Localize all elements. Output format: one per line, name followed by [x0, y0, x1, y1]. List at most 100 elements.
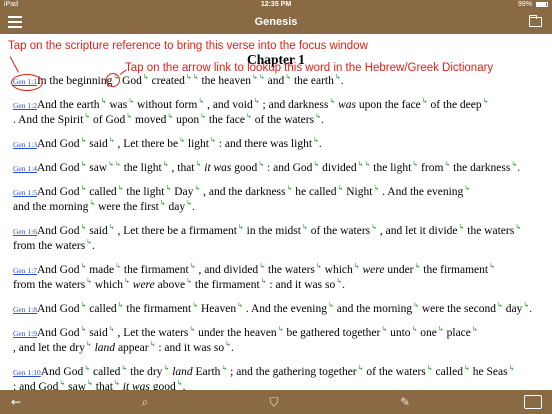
dictionary-arrow-icon[interactable]: ↳: [287, 184, 293, 192]
search-icon[interactable]: ⌕: [137, 394, 153, 410]
dictionary-arrow-icon[interactable]: ↳: [84, 112, 90, 120]
dictionary-arrow-icon[interactable]: ↳: [196, 160, 202, 168]
dictionary-arrow-icon[interactable]: ↳: [189, 325, 195, 333]
dictionary-arrow-icon[interactable]: ↳: [109, 136, 115, 144]
dictionary-arrow-icon[interactable]: ↳: [190, 262, 196, 270]
verse-reference-link[interactable]: Gen 1:10: [13, 368, 41, 377]
dictionary-arrow-icon[interactable]: ↳: [118, 184, 124, 192]
dictionary-arrow-icon[interactable]: ↳: [80, 184, 86, 192]
dictionary-arrow-icon[interactable]: ↳: [118, 301, 124, 309]
dictionary-arrow-icon[interactable]: ↳: [80, 136, 86, 144]
dictionary-arrow-icon[interactable]: ↳: [252, 73, 258, 81]
dictionary-arrow-icon[interactable]: ↳: [114, 379, 120, 387]
dictionary-arrow-icon[interactable]: ↳: [472, 325, 478, 333]
dictionary-arrow-icon[interactable]: ↳: [427, 364, 433, 372]
dictionary-arrow-icon[interactable]: ↳: [259, 73, 265, 81]
dictionary-arrow-icon[interactable]: ↳: [193, 73, 199, 81]
dictionary-arrow-icon[interactable]: ↳: [150, 340, 156, 348]
dictionary-arrow-icon[interactable]: ↳: [126, 112, 132, 120]
dictionary-arrow-icon[interactable]: ↳: [329, 97, 335, 105]
dictionary-arrow-icon[interactable]: ↳: [89, 199, 95, 207]
dictionary-arrow-icon[interactable]: ↳: [328, 301, 334, 309]
dictionary-arrow-icon[interactable]: ↳: [221, 364, 227, 372]
dictionary-arrow-icon[interactable]: ↳: [422, 97, 428, 105]
dictionary-arrow-icon[interactable]: ↳: [167, 112, 173, 120]
verse-reference-link[interactable]: Gen 1:3: [13, 140, 37, 149]
dictionary-arrow-icon[interactable]: ↳: [200, 112, 206, 120]
verse-reference-link[interactable]: Gen 1:5: [13, 188, 37, 197]
dictionary-arrow-icon[interactable]: ↳: [413, 301, 419, 309]
dictionary-arrow-icon[interactable]: ↳: [483, 97, 489, 105]
dictionary-arrow-icon[interactable]: ↳: [192, 301, 198, 309]
dictionary-arrow-icon[interactable]: ↳: [238, 223, 244, 231]
dictionary-arrow-icon[interactable]: ↳: [101, 97, 107, 105]
dictionary-arrow-icon[interactable]: ↳: [337, 184, 343, 192]
dictionary-arrow-icon[interactable]: ↳: [128, 97, 134, 105]
dictionary-arrow-icon[interactable]: ↳: [259, 262, 265, 270]
dictionary-arrow-icon[interactable]: ↳: [59, 379, 65, 387]
dictionary-arrow-icon[interactable]: ↳: [80, 301, 86, 309]
dictionary-arrow-icon[interactable]: ↳: [121, 364, 127, 372]
dictionary-arrow-icon[interactable]: ↳: [86, 340, 92, 348]
dictionary-arrow-icon[interactable]: ↳: [415, 262, 421, 270]
dictionary-arrow-icon[interactable]: ↳: [194, 184, 200, 192]
dictionary-arrow-icon[interactable]: ↳: [210, 136, 216, 144]
dictionary-arrow-icon[interactable]: ↳: [464, 364, 470, 372]
verse-reference-link[interactable]: Gen 1:8: [13, 305, 37, 314]
dictionary-arrow-icon[interactable]: ↳: [278, 325, 284, 333]
dictionary-arrow-icon[interactable]: ↳: [163, 160, 169, 168]
verse-reference-link[interactable]: Gen 1:2: [13, 101, 37, 110]
tag-icon[interactable]: ⛉: [266, 394, 282, 410]
dictionary-arrow-icon[interactable]: ↳: [198, 97, 204, 105]
dictionary-arrow-icon[interactable]: ↳: [160, 199, 166, 207]
dictionary-arrow-icon[interactable]: ↳: [444, 160, 450, 168]
dictionary-arrow-icon[interactable]: ↳: [165, 184, 171, 192]
dictionary-arrow-icon[interactable]: ↳: [186, 73, 192, 81]
dictionary-arrow-icon[interactable]: ↳: [354, 262, 360, 270]
dictionary-arrow-icon[interactable]: ↳: [373, 184, 379, 192]
dictionary-arrow-icon[interactable]: ↳: [365, 160, 371, 168]
dictionary-arrow-icon[interactable]: ↳: [412, 325, 418, 333]
dictionary-arrow-icon[interactable]: ↳: [237, 301, 243, 309]
arrow-left-icon[interactable]: ←: [8, 394, 24, 410]
dictionary-arrow-icon[interactable]: ↳: [87, 379, 93, 387]
dictionary-arrow-icon[interactable]: ↳: [179, 136, 185, 144]
dictionary-arrow-icon[interactable]: ↳: [509, 364, 515, 372]
dictionary-arrow-icon[interactable]: ↳: [80, 223, 86, 231]
dictionary-arrow-icon[interactable]: ↳: [108, 160, 114, 168]
dictionary-arrow-icon[interactable]: ↳: [258, 160, 264, 168]
verse-reference-link[interactable]: Gen 1:9: [13, 329, 37, 338]
dictionary-arrow-icon[interactable]: ↳: [84, 364, 90, 372]
verse-reference-link[interactable]: Gen 1:7: [13, 266, 37, 275]
dictionary-arrow-icon[interactable]: ↳: [124, 277, 130, 285]
dictionary-arrow-icon[interactable]: ↳: [438, 325, 444, 333]
dictionary-arrow-icon[interactable]: ↳: [302, 223, 308, 231]
dictionary-arrow-icon[interactable]: ↳: [143, 73, 149, 81]
dictionary-arrow-icon[interactable]: ↳: [109, 325, 115, 333]
dictionary-arrow-icon[interactable]: ↳: [371, 223, 377, 231]
dictionary-arrow-icon[interactable]: ↳: [358, 364, 364, 372]
dictionary-arrow-icon[interactable]: ↳: [246, 112, 252, 120]
dictionary-arrow-icon[interactable]: ↳: [80, 262, 86, 270]
verse-reference-link[interactable]: Gen 1:6: [13, 227, 37, 236]
dictionary-arrow-icon[interactable]: ↳: [313, 160, 319, 168]
dictionary-arrow-icon[interactable]: ↳: [115, 262, 121, 270]
dictionary-arrow-icon[interactable]: ↳: [186, 277, 192, 285]
dictionary-arrow-icon[interactable]: ↳: [459, 223, 465, 231]
dictionary-arrow-icon[interactable]: ↳: [358, 160, 364, 168]
dictionary-arrow-icon[interactable]: ↳: [115, 160, 121, 168]
dictionary-arrow-icon[interactable]: ↳: [80, 160, 86, 168]
verse-reference-link[interactable]: Gen 1:4: [13, 164, 37, 173]
dictionary-arrow-icon[interactable]: ↳: [80, 325, 86, 333]
dictionary-arrow-icon[interactable]: ↳: [497, 301, 503, 309]
book-icon[interactable]: [524, 395, 542, 409]
dictionary-arrow-icon[interactable]: ↳: [412, 160, 418, 168]
dictionary-arrow-icon[interactable]: ↳: [381, 325, 387, 333]
dictionary-arrow-icon[interactable]: ↳: [163, 364, 169, 372]
edit-icon[interactable]: ✎: [397, 394, 413, 410]
dictionary-arrow-icon[interactable]: ↳: [515, 223, 521, 231]
dictionary-arrow-icon[interactable]: ↳: [464, 184, 470, 192]
dictionary-arrow-icon[interactable]: ↳: [285, 73, 291, 81]
folder-icon[interactable]: [529, 15, 542, 27]
dictionary-arrow-icon[interactable]: ↳: [489, 262, 495, 270]
